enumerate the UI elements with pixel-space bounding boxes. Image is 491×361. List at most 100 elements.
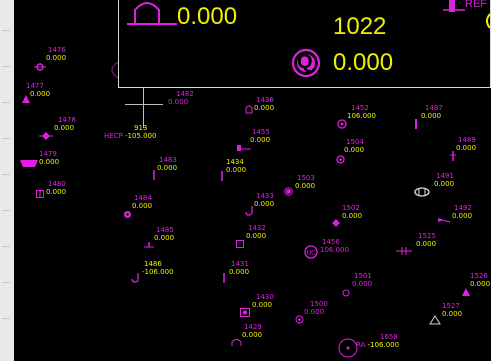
point-id: 1526: [470, 272, 488, 280]
point-value: RA -106.000: [356, 341, 399, 349]
point-value-number: -106.000: [367, 341, 400, 349]
point-id: 1480: [48, 180, 66, 188]
arrow-icon[interactable]: [438, 209, 451, 228]
point-id: 1482: [176, 90, 194, 98]
point-label: 1477 0.000: [20, 82, 50, 98]
point-value: 0.000: [46, 54, 67, 62]
point-id: 1436: [256, 96, 274, 104]
point-value: 0.000: [226, 166, 247, 174]
point-id: 1485: [156, 226, 174, 234]
point-value: 0.000: [434, 180, 455, 188]
point-label: 1482 0.000: [164, 90, 194, 106]
point-id: 1491: [436, 172, 454, 180]
bell-icon[interactable]: [245, 98, 253, 117]
uc-circle-icon[interactable]: UC: [304, 244, 318, 263]
point-id: 1431: [231, 260, 249, 268]
point-value: 0.000: [39, 158, 60, 166]
point-id: 1484: [134, 194, 152, 202]
point-id: 1434: [226, 158, 244, 166]
point-label: 1478 0.000: [54, 116, 76, 132]
point-id: 1500: [310, 300, 328, 308]
point-id: 1486: [144, 260, 162, 268]
circle-target-icon[interactable]: [34, 56, 46, 75]
point-label: 1502 0.000: [342, 204, 362, 220]
point-label: 1489 0.000: [456, 136, 476, 152]
square-circle-icon[interactable]: [240, 302, 250, 321]
square-grid-icon[interactable]: [36, 183, 44, 202]
point-id: 1527: [442, 302, 460, 310]
point-label: 1430 0.000: [250, 293, 274, 309]
point-id: 1452: [351, 104, 369, 112]
point-id: 1502: [342, 204, 360, 212]
valve-icon[interactable]: [413, 114, 419, 133]
ring-dot-icon[interactable]: [295, 309, 304, 328]
point-value: 0.000: [421, 112, 442, 120]
point-value: 0.000: [254, 200, 275, 208]
point-label: 1501 0.000: [344, 272, 372, 288]
diamond-target-icon[interactable]: [39, 125, 53, 144]
filled-dot-icon[interactable]: [284, 181, 293, 200]
point-label: 1483 0.000: [157, 156, 177, 172]
square-icon[interactable]: [236, 233, 244, 252]
hook-icon[interactable]: [131, 268, 140, 287]
point-value: 0.000: [344, 146, 365, 154]
point-label: 1486 -106.000: [142, 260, 173, 276]
point-value: 0.000: [46, 188, 67, 196]
cursor-crosshair-horizontal: [125, 104, 163, 105]
zoom-magnifier-panel: 0.000 1022 Q 0.000 REF: [118, 0, 491, 88]
point-value: 0.000: [304, 308, 325, 316]
point-value: 0.000: [157, 164, 178, 172]
triangle-icon[interactable]: [462, 281, 470, 300]
point-label: 1484 0.000: [132, 194, 152, 210]
point-value-number: -105.000: [125, 132, 157, 140]
point-prefix: HECP: [104, 132, 123, 140]
point-prefix: RA: [356, 341, 366, 349]
point-label: 913 HECP -105.000: [104, 124, 157, 140]
zoom-count: 1022: [333, 13, 387, 40]
trapezoid-icon[interactable]: [20, 153, 38, 172]
point-id: 1487: [425, 104, 443, 112]
point-value: 0.000: [295, 182, 316, 190]
zoom-value-left: 0.000: [177, 3, 238, 30]
point-label: 1436 0.000: [254, 96, 274, 112]
valve-icon[interactable]: [221, 268, 227, 287]
point-id: 1456: [322, 238, 340, 246]
pipe-icon[interactable]: [237, 137, 251, 156]
point-label: 1429 0.000: [242, 323, 262, 339]
coupling-icon[interactable]: [396, 240, 412, 259]
point-value: 106.000: [347, 112, 376, 120]
point-id: 1432: [248, 224, 266, 232]
q-circle-icon[interactable]: [337, 114, 347, 133]
lamp-icon[interactable]: [231, 331, 242, 350]
point-value: HECP -105.000: [104, 132, 157, 140]
point-value: 0.000: [252, 301, 273, 309]
point-value: 0.000: [54, 124, 75, 132]
point-id: 1479: [39, 150, 57, 158]
point-value: 0.000: [342, 212, 363, 220]
q-letter: Q: [297, 51, 313, 73]
meter-icon[interactable]: [414, 182, 430, 201]
cursor-crosshair-vertical: [143, 88, 144, 128]
cad-viewport[interactable]: 1476 0.000 1477 0.000 1478 0.000 1479 0.…: [0, 0, 491, 361]
svg-text:UC: UC: [307, 250, 316, 257]
point-value: 0.000: [442, 310, 463, 318]
ref-label: REF: [465, 0, 487, 10]
point-label: 1491 0.000: [434, 172, 454, 188]
ring-icon[interactable]: [338, 338, 358, 361]
diamond-icon[interactable]: [332, 212, 340, 231]
point-label: 1658 RA -106.000: [356, 333, 399, 349]
triangle-outline-icon[interactable]: [429, 309, 441, 328]
point-id: 1429: [244, 323, 262, 331]
point-value: 0.000: [30, 90, 51, 98]
point-id: 1501: [354, 272, 372, 280]
point-id: 1430: [256, 293, 274, 301]
point-value: 0.000: [254, 104, 275, 112]
gear-icon[interactable]: [123, 204, 132, 223]
tee-icon[interactable]: [144, 234, 154, 253]
point-value: 0.000: [229, 268, 250, 276]
point-value: 106.000: [320, 246, 349, 254]
point-value: 0.000: [242, 331, 263, 339]
hook-icon[interactable]: [245, 201, 254, 220]
valve-icon[interactable]: [219, 166, 225, 185]
point-value: 0.000: [470, 280, 491, 288]
